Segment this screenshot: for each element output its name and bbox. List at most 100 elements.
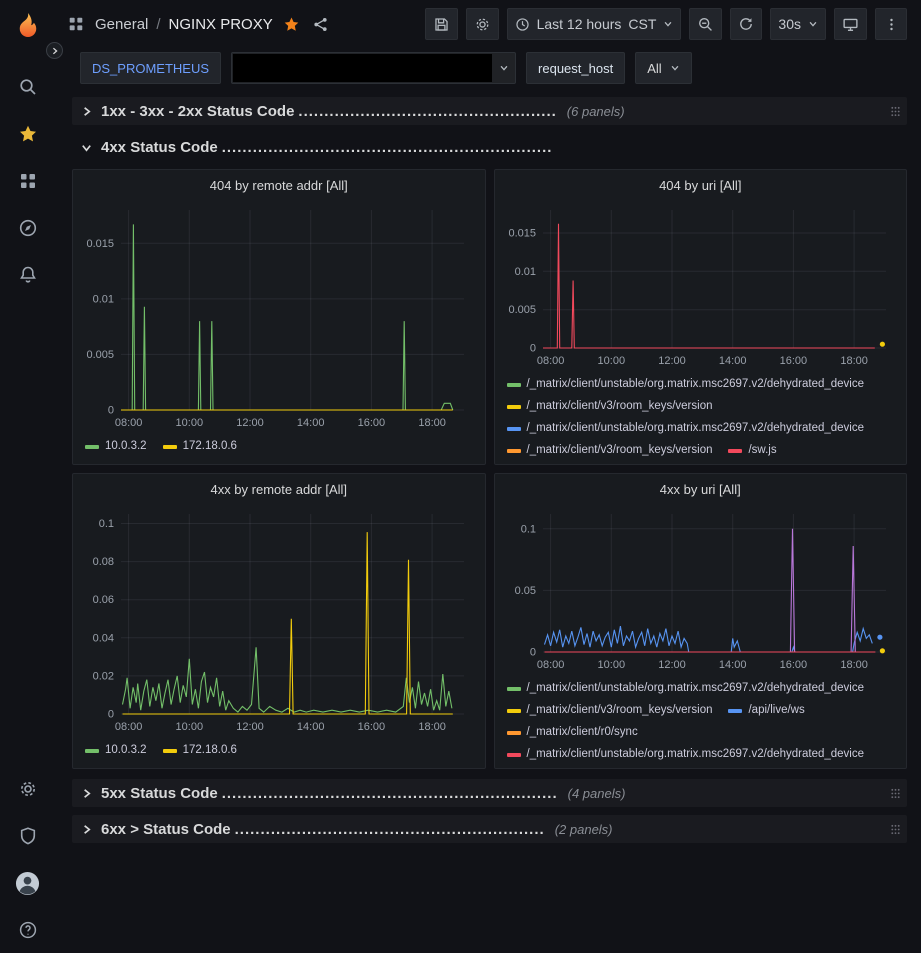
svg-text:10:00: 10:00 [176, 417, 204, 429]
refresh-interval-dropdown[interactable]: 30s [770, 8, 826, 40]
legend-item[interactable]: /sw.js [728, 442, 776, 459]
legend-item[interactable]: /_matrix/client/v3/room_keys/version [507, 702, 713, 719]
legend-item[interactable]: /_matrix/client/v3/room_keys/version [507, 442, 713, 459]
legend-swatch [507, 427, 521, 431]
main-area: General / NGINX PROXY Last 12 hours [55, 0, 921, 953]
svg-text:0.06: 0.06 [93, 594, 114, 606]
legend-label: /_matrix/client/unstable/org.matrix.msc2… [527, 746, 865, 763]
svg-text:12:00: 12:00 [236, 721, 264, 733]
svg-text:0.04: 0.04 [93, 632, 114, 644]
row-title-leader: ........................................… [235, 821, 545, 838]
settings-gear-icon[interactable] [9, 770, 47, 808]
row-drag-handle[interactable] [890, 105, 901, 118]
variable-label-request-host[interactable]: request_host [526, 52, 625, 84]
legend-item[interactable]: /api/live/ws [728, 702, 804, 719]
legend-item[interactable]: 172.18.0.6 [163, 742, 237, 759]
svg-text:08:00: 08:00 [536, 355, 564, 367]
datasource-select[interactable] [231, 52, 516, 84]
kebab-menu-icon [884, 17, 899, 32]
legend-item[interactable]: /_matrix/client/unstable/org.matrix.msc2… [507, 746, 865, 763]
legend-item[interactable]: /_matrix/client/r0/sync [507, 724, 638, 741]
row-panel-count: (4 panels) [568, 786, 626, 801]
zoom-out-icon [697, 16, 714, 33]
share-icon[interactable] [310, 14, 331, 35]
chart-legend: 10.0.3.2 172.18.0.6 [81, 736, 477, 759]
legend-label: 172.18.0.6 [183, 438, 237, 455]
dashboard-settings-button[interactable] [466, 8, 499, 40]
explore-compass-icon[interactable] [9, 209, 47, 247]
breadcrumb-separator: / [156, 16, 160, 33]
legend-label: /_matrix/client/v3/room_keys/version [527, 398, 713, 415]
refresh-button[interactable] [730, 8, 762, 40]
dashboard-title[interactable]: NGINX PROXY [169, 16, 273, 33]
svg-text:0: 0 [108, 405, 114, 417]
kebab-menu-button[interactable] [875, 8, 907, 40]
panel-title[interactable]: 404 by remote addr [All] [73, 170, 485, 200]
row-drag-handle[interactable] [890, 787, 901, 800]
svg-text:0.01: 0.01 [93, 293, 114, 305]
panel-body: 00.020.040.060.080.108:0010:0012:0014:00… [73, 504, 485, 768]
help-icon[interactable] [9, 911, 47, 949]
breadcrumb-folder[interactable]: General [95, 16, 148, 33]
svg-text:0.005: 0.005 [86, 349, 114, 361]
row-header-1xx-3xx-2xx[interactable]: 1xx - 3xx - 2xx Status Code ............… [72, 97, 907, 125]
admin-shield-icon[interactable] [9, 817, 47, 855]
legend-label: /sw.js [748, 442, 776, 459]
dashboards-icon[interactable] [9, 162, 47, 200]
row-drag-handle[interactable] [890, 823, 901, 836]
legend-item[interactable]: 10.0.3.2 [85, 742, 147, 759]
topbar-actions: Last 12 hours CST 30s [425, 8, 907, 40]
legend-item[interactable]: /_matrix/client/unstable/org.matrix.msc2… [507, 680, 865, 697]
legend-item[interactable]: /_matrix/client/unstable/org.matrix.msc2… [507, 376, 865, 393]
sidebar-expand-button[interactable] [46, 42, 63, 59]
row-title: 6xx > Status Code [101, 821, 231, 838]
timeseries-chart[interactable]: 00.0050.010.01508:0010:0012:0014:0016:00… [503, 200, 898, 370]
sidebar [0, 0, 55, 953]
row-header-5xx[interactable]: 5xx Status Code ........................… [72, 779, 907, 807]
legend-swatch [507, 753, 521, 757]
legend-item[interactable]: 10.0.3.2 [85, 438, 147, 455]
alerting-bell-icon[interactable] [9, 256, 47, 294]
dashboard-canvas: 1xx - 3xx - 2xx Status Code ............… [55, 88, 921, 953]
chevron-down-icon [670, 63, 680, 73]
save-button[interactable] [425, 8, 458, 40]
legend-item[interactable]: 172.18.0.6 [163, 438, 237, 455]
search-icon[interactable] [9, 68, 47, 106]
svg-text:08:00: 08:00 [115, 417, 143, 429]
time-range-picker[interactable]: Last 12 hours CST [507, 8, 682, 40]
panel-title[interactable]: 404 by uri [All] [495, 170, 907, 200]
request-host-label: request_host [538, 61, 613, 76]
svg-text:14:00: 14:00 [297, 721, 325, 733]
row-title: 4xx Status Code [101, 139, 218, 156]
legend-item[interactable]: /_matrix/client/v3/room_keys/version [507, 398, 713, 415]
redacted-value [233, 54, 492, 82]
chevron-down-icon [493, 63, 515, 73]
tv-mode-button[interactable] [834, 8, 867, 40]
timeseries-chart[interactable]: 00.050.108:0010:0012:0014:0016:0018:00 [503, 504, 898, 674]
grafana-logo[interactable] [13, 11, 43, 46]
avatar[interactable] [9, 864, 47, 902]
svg-text:16:00: 16:00 [779, 659, 807, 671]
svg-text:0.015: 0.015 [86, 238, 114, 250]
svg-text:0.1: 0.1 [99, 518, 114, 530]
chart-legend: /_matrix/client/unstable/org.matrix.msc2… [503, 674, 899, 763]
panel-body: 00.0050.010.01508:0010:0012:0014:0016:00… [73, 200, 485, 464]
request-host-value: All [647, 61, 661, 76]
legend-item[interactable]: /_matrix/client/unstable/org.matrix.msc2… [507, 420, 865, 437]
row-header-4xx[interactable]: 4xx Status Code ........................… [72, 133, 907, 161]
timeseries-chart[interactable]: 00.020.040.060.080.108:0010:0012:0014:00… [81, 504, 476, 736]
zoom-out-button[interactable] [689, 8, 722, 40]
legend-label: /_matrix/client/r0/sync [527, 724, 638, 741]
panel-404-by-uri: 404 by uri [All] 00.0050.010.01508:0010:… [494, 169, 908, 465]
panel-title[interactable]: 4xx by remote addr [All] [73, 474, 485, 504]
favorite-star-icon[interactable] [281, 14, 302, 35]
starred-icon[interactable] [9, 115, 47, 153]
variable-label-ds-prometheus[interactable]: DS_PROMETHEUS [80, 52, 221, 84]
timeseries-chart[interactable]: 00.0050.010.01508:0010:0012:0014:0016:00… [81, 200, 476, 432]
panel-title[interactable]: 4xx by uri [All] [495, 474, 907, 504]
chevron-down-icon [808, 19, 818, 29]
svg-text:18:00: 18:00 [840, 659, 868, 671]
legend-swatch [85, 445, 99, 449]
row-header-6xx[interactable]: 6xx > Status Code ......................… [72, 815, 907, 843]
request-host-select[interactable]: All [635, 52, 691, 84]
